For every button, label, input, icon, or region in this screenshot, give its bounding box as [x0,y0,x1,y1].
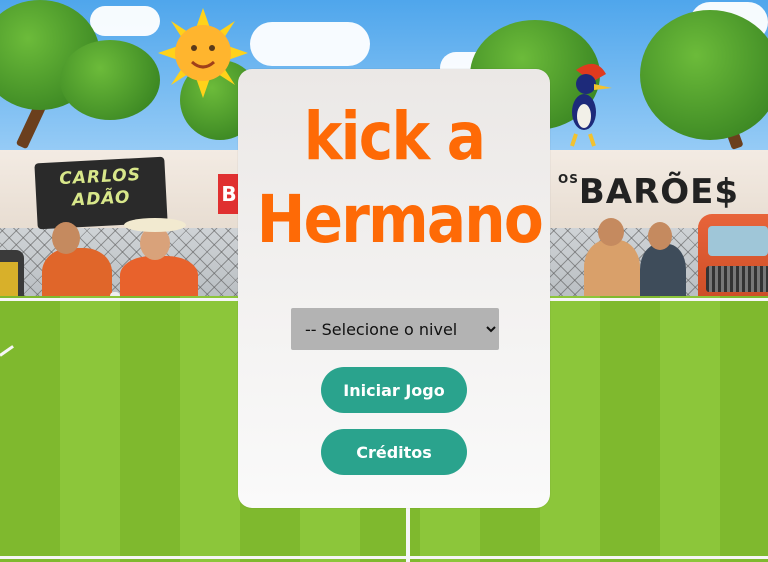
cloud [250,22,370,66]
credits-button[interactable]: Créditos [321,429,467,475]
game-title: kick a Hermano [256,95,544,261]
truck-grille [706,266,768,292]
tree [640,10,768,140]
person-head [648,222,672,250]
sign-baroes: OSBARÕE$ [558,172,739,212]
start-game-button[interactable]: Iniciar Jogo [321,367,467,413]
cowboy-hat [124,218,186,232]
sign-baroes-text: BARÕE$ [578,172,740,212]
woodpecker-icon [570,63,612,147]
level-select[interactable]: -- Selecione o nivel [291,308,499,350]
game-title-line2: Hermano [256,181,544,258]
person-head [52,222,80,254]
sign-partial: B [218,174,240,214]
truck-window [708,226,768,256]
sign-baroes-prefix: OS [558,172,579,186]
field-line [406,500,410,562]
game-title-line1: kick a [303,98,486,175]
tree [60,40,160,120]
main-menu-panel: kick a Hermano -- Selecione o nivel Inic… [238,69,550,508]
field-line [0,556,768,559]
person-head [598,218,624,246]
cloud [90,6,160,36]
sun-face-icon [158,8,248,98]
